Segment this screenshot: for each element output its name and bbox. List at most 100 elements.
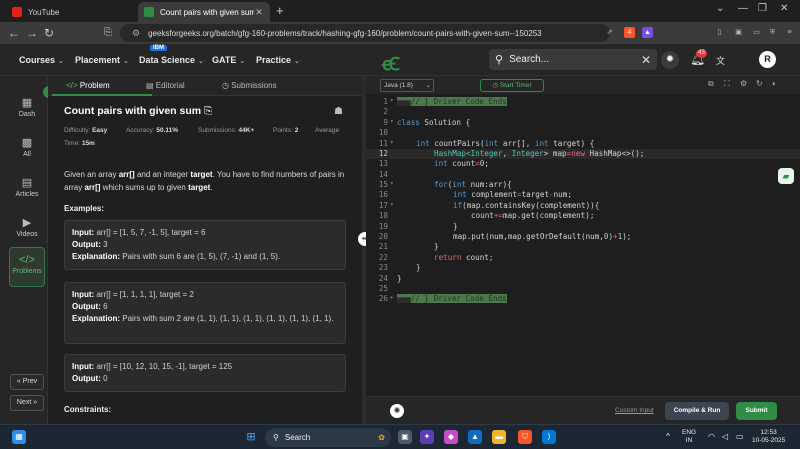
fold-icon[interactable]: ▾ (390, 97, 394, 104)
rail-item-dash[interactable]: ▦ Dash (9, 90, 45, 126)
widgets-icon[interactable]: ▦ (12, 430, 26, 444)
avatar[interactable]: R (759, 51, 776, 68)
line-number: 17 (378, 201, 388, 210)
start-timer-button[interactable]: ◷ Start Timer (480, 79, 544, 92)
volume-icon[interactable]: ◁ (722, 433, 728, 441)
prev-button[interactable]: « Prev (10, 374, 44, 390)
lightbulb-icon[interactable]: ✺ (390, 404, 404, 418)
line-number: 11 (378, 139, 388, 148)
line-number: 10 (378, 128, 388, 137)
fold-icon[interactable]: ▾ (390, 180, 394, 187)
chevron-down-icon: ⌄ (198, 58, 204, 65)
bookmark-icon[interactable]: ⎘ (104, 26, 112, 40)
vpn-icon[interactable]: ⛨ (767, 27, 778, 38)
sidebar-icon[interactable]: ▯ (714, 27, 725, 38)
reload-icon[interactable]: ↻ (44, 26, 54, 40)
fold-icon[interactable]: ▾ (390, 201, 394, 208)
maximize-icon[interactable]: ❐ (758, 3, 767, 14)
tab-problem[interactable]: </> Problem (66, 81, 110, 90)
fold-icon[interactable]: ▸ (390, 294, 394, 301)
copy-icon[interactable]: ⧉ (708, 79, 714, 89)
forward-icon[interactable]: → (26, 26, 38, 40)
close-tab-icon[interactable]: ✕ (254, 7, 264, 18)
chevron-down-icon: ⌄ (425, 82, 431, 89)
report-bug-icon[interactable]: ☗ (334, 106, 343, 117)
menu-gate[interactable]: GATE ⌄ (212, 55, 245, 65)
fold-icon[interactable]: ▾ (390, 118, 394, 125)
bookmark-icon[interactable]: ⎘ (204, 105, 212, 117)
windows-start-icon[interactable]: ⊞ (244, 430, 258, 444)
timer-icon: ◷ (492, 82, 499, 89)
fold-icon[interactable]: ▾ (390, 139, 394, 146)
site-info-icon[interactable]: ⚙ (132, 28, 140, 39)
brave-rewards-icon[interactable]: ▲ (642, 27, 653, 38)
custom-input-link[interactable]: Custom Input (615, 407, 654, 414)
compile-run-button[interactable]: Compile & Run (665, 402, 729, 420)
close-window-icon[interactable]: ✕ (780, 3, 788, 14)
example-box: Input: arr[] = [10, 12, 10, 15, -1], tar… (64, 354, 346, 392)
share-icon[interactable]: ⇗ (604, 27, 615, 38)
brave-shield-icon[interactable]: 4 (624, 27, 635, 38)
back-icon[interactable]: ← (8, 26, 20, 40)
youtube-icon (12, 7, 22, 17)
settings-icon[interactable]: ⚙ (740, 79, 747, 88)
average-time: Average (315, 127, 340, 134)
dash-icon: ▦ (21, 97, 33, 109)
battery-icon[interactable]: ▭ (736, 433, 744, 441)
rail-item-all[interactable]: ▩ All (9, 130, 45, 166)
url-field[interactable]: ⚙ geeksforgeeks.org/batch/gfg-160-proble… (120, 24, 610, 42)
tab-title: YouTube (28, 7, 60, 17)
tab-search-icon[interactable]: ⌄ (716, 3, 724, 14)
submit-button[interactable]: Submit (736, 402, 777, 420)
chat-icon[interactable]: ▰ (778, 168, 794, 184)
language-indicator[interactable]: ENG IN (682, 429, 696, 445)
clock[interactable]: 12:53 10-05-2025 (752, 429, 785, 445)
next-button[interactable]: Next » (10, 395, 44, 411)
menu-placement[interactable]: Placement ⌄ (75, 55, 129, 65)
brave-browser-icon[interactable]: ⛉ (518, 430, 532, 444)
file-explorer-icon[interactable]: ▬ (492, 430, 506, 444)
rail-item-videos[interactable]: ▶ Videos (9, 210, 45, 246)
vscode-icon[interactable]: ⟩ (542, 430, 556, 444)
menu-icon[interactable]: ≡ (784, 27, 795, 38)
windows-taskbar: ▦ ⊞ ⚲ Search ✿ ▣ ✦ ◆ ▲ ▬ ⛉ ⟩ ^ ENG IN ◠ ◁… (0, 424, 800, 449)
code-line: ▅▅▅// } Driver Code Ends (397, 294, 507, 303)
tab-submissions[interactable]: ◷ Submissions (222, 81, 277, 90)
line-number: 9 (383, 118, 388, 127)
translate-icon[interactable]: 文 (716, 54, 725, 67)
clear-search-icon[interactable]: ✕ (641, 53, 651, 67)
copilot-icon[interactable]: ◆ (444, 430, 458, 444)
minimize-icon[interactable]: — (738, 3, 748, 14)
search-input[interactable]: ⚲ Search... ✕ (489, 49, 657, 70)
code-line: } (434, 242, 439, 251)
photos-icon[interactable]: ▲ (468, 430, 482, 444)
wifi-icon[interactable]: ◠ (708, 433, 715, 441)
rail-item-articles[interactable]: ▤ Articles (9, 170, 45, 206)
extensions-icon[interactable]: ▣ (733, 27, 744, 38)
line-number: 20 (378, 232, 388, 241)
menu-courses[interactable]: Courses ⌄ (19, 55, 64, 65)
wallet-icon[interactable]: ▭ (751, 27, 762, 38)
new-tab-button[interactable]: + (276, 3, 284, 18)
language-select[interactable]: Java (1.8) ⌄ (380, 79, 434, 92)
tab-editorial[interactable]: ▤ Editorial (146, 81, 185, 90)
code-editor[interactable]: 1 ▾ ▅▅▅// } Driver Code Ends 2 9 ▾ class S… (366, 94, 800, 396)
notification-count: 43 (696, 49, 707, 58)
gfg-logo[interactable]: ꞓꞒ (382, 52, 400, 76)
problem-panel: Count pairs with given sum ⎘ ☗ Difficult… (48, 96, 362, 424)
theme-toggle-icon[interactable]: ✹ (661, 51, 679, 69)
tab-youtube[interactable]: YouTube (6, 2, 126, 22)
menu-data-science[interactable]: Data Science ⌄ (139, 55, 204, 65)
tray-chevron-icon[interactable]: ^ (666, 433, 670, 441)
left-rail: ▦ Dash ▩ All ▤ Articles ▶ Videos </> Problems… (0, 76, 48, 424)
task-view-icon[interactable]: ▣ (398, 430, 412, 444)
rail-item-problems[interactable]: </> Problems (9, 247, 45, 287)
taskbar-search[interactable]: ⚲ Search ✿ (265, 428, 391, 447)
teams-icon[interactable]: ✦ (420, 430, 434, 444)
fullscreen-icon[interactable]: ⛶ (724, 79, 730, 89)
accuracy: Accuracy: 50.11% (126, 127, 179, 134)
theme-icon[interactable]: ◐ (772, 79, 777, 88)
tab-gfg[interactable]: Count pairs with given sum | Pr ✕ (138, 2, 270, 22)
reset-icon[interactable]: ↻ (756, 79, 763, 88)
menu-practice[interactable]: Practice ⌄ (256, 55, 300, 65)
